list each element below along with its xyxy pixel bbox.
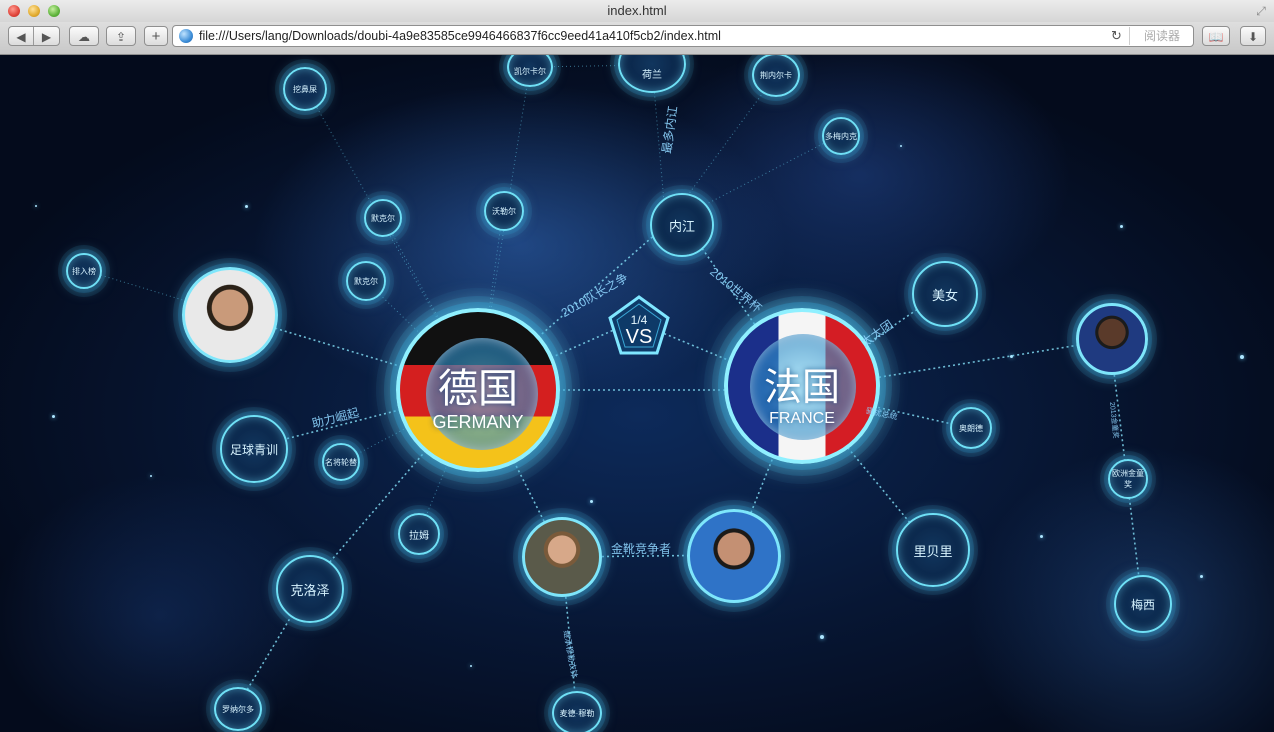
- germany-cn-label: 德国: [438, 367, 518, 411]
- browser-toolbar: ◀ ▶ ☁ ⇪ + file:///Users/lang/Downloads/do…: [0, 22, 1274, 55]
- team-france-node[interactable]: 法国 FRANCE: [724, 308, 880, 464]
- topic-node-hollande[interactable]: 奥朗德: [950, 407, 992, 449]
- edge-label-golden-boot: 金靴竞争者: [611, 542, 672, 556]
- germany-en-label: GERMANY: [432, 412, 524, 432]
- window-title: index.html: [607, 3, 667, 18]
- player-photo-ozil[interactable]: [182, 267, 278, 363]
- topic-node-ribery[interactable]: 里贝里: [896, 513, 970, 587]
- topic-node-muller2[interactable]: 麦德·穆勒: [552, 691, 602, 732]
- address-bar[interactable]: file:///Users/lang/Downloads/doubi-4a9e8…: [172, 25, 1194, 47]
- fullscreen-icon[interactable]: ⤢: [1254, 4, 1268, 18]
- vs-badge[interactable]: 1/4 VS: [606, 293, 672, 359]
- france-en-label: FRANCE: [769, 410, 835, 427]
- topic-node-neijiang[interactable]: 内江: [650, 193, 714, 257]
- topic-node-merkel[interactable]: 默克尔: [346, 261, 386, 301]
- stage-label: 1/4: [631, 313, 648, 327]
- connection-lines: [83, 64, 1143, 716]
- share-icon[interactable]: ⇪: [106, 26, 136, 46]
- url-text[interactable]: file:///Users/lang/Downloads/doubi-4a9e8…: [199, 29, 721, 43]
- vs-label: VS: [626, 326, 653, 348]
- graph-canvas: 1/4 VS 德国 GERMANY 法国 FRANCE 挖鼻屎 荷兰 荆内尔卡 …: [0, 55, 1274, 732]
- globe-icon: [179, 29, 193, 43]
- player-photo-benzema[interactable]: [687, 509, 781, 603]
- topic-node-klose[interactable]: 克洛泽: [276, 555, 344, 623]
- player-photo-muller[interactable]: [522, 517, 602, 597]
- topic-node-anelka[interactable]: 荆内尔卡: [752, 55, 800, 97]
- topic-node-wabi[interactable]: 挖鼻屎: [283, 67, 327, 111]
- topic-node-domenech[interactable]: 多梅内克: [822, 117, 860, 155]
- topic-node-messi[interactable]: 梅西: [1114, 575, 1172, 633]
- bookmarks-icon[interactable]: 📖: [1202, 26, 1230, 46]
- topic-node-rotate[interactable]: 名将轮替: [322, 443, 360, 481]
- reload-icon[interactable]: ↻: [1111, 28, 1122, 44]
- reader-button[interactable]: 阅读器: [1129, 27, 1194, 45]
- topic-node-qingxun[interactable]: 足球青训: [220, 415, 288, 483]
- france-cn-label: 法国: [763, 367, 840, 409]
- topic-node-lahm[interactable]: 拉姆: [398, 513, 440, 555]
- topic-node-golden-boy[interactable]: 欧洲金童奖: [1108, 459, 1148, 499]
- team-germany-node[interactable]: 德国 GERMANY: [396, 308, 560, 472]
- topic-node-ronaldo[interactable]: 罗纳尔多: [214, 687, 262, 731]
- topic-node-xiaoren[interactable]: 默克尔: [364, 199, 402, 237]
- topic-node-meinv[interactable]: 美女: [912, 261, 978, 327]
- forward-icon[interactable]: ▶: [34, 27, 59, 45]
- back-icon[interactable]: ◀: [9, 27, 34, 45]
- player-photo-pogba[interactable]: [1076, 303, 1148, 375]
- new-tab-button[interactable]: +: [144, 26, 168, 46]
- cloud-icon[interactable]: ☁: [69, 26, 99, 46]
- back-forward-buttons: ◀ ▶: [8, 26, 60, 46]
- topic-node-voller[interactable]: 沃勒尔: [484, 191, 524, 231]
- downloads-icon[interactable]: ⬇: [1240, 26, 1266, 46]
- window-titlebar: index.html ⤢: [0, 0, 1274, 23]
- topic-node-rank[interactable]: 排入榜: [66, 253, 102, 289]
